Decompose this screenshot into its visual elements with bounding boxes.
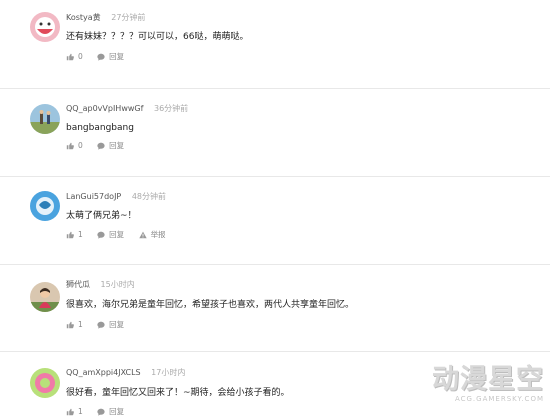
avatar-image xyxy=(30,191,60,221)
avatar[interactable] xyxy=(30,282,60,312)
comment-actions: 0 回复 xyxy=(66,141,136,153)
reply-button[interactable]: 回复 xyxy=(97,407,124,417)
reply-label: 回复 xyxy=(109,230,125,239)
comment-item: QQ_ap0vVpIHwwGf 36分钟前 bangbangbang 0 回复 xyxy=(0,89,550,177)
like-button[interactable]: 0 xyxy=(66,52,83,62)
comment-text: 很喜欢，海尔兄弟是童年回忆，希望孩子也喜欢，两代人共享童年回忆。 xyxy=(66,300,355,310)
avatar[interactable] xyxy=(30,368,60,398)
comment-text: 太萌了俩兄弟~！ xyxy=(66,211,137,221)
comment-icon xyxy=(97,142,105,150)
comment-text: bangbangbang xyxy=(66,123,134,133)
comment-actions: 1 回复 举报 xyxy=(66,230,178,242)
avatar-image xyxy=(30,104,60,134)
comment-actions: 1 回复 xyxy=(66,407,136,419)
thumbs-up-icon xyxy=(66,408,74,416)
timestamp: 48分钟前 xyxy=(131,192,166,201)
avatar[interactable] xyxy=(30,191,60,221)
timestamp: 15小时内 xyxy=(100,280,135,289)
report-button[interactable]: 举报 xyxy=(138,230,166,240)
comment-icon xyxy=(97,53,105,61)
comment-text: 很好看，童年回忆又回来了！~期待，会给小孩子看的。 xyxy=(66,388,290,398)
avatar-image xyxy=(30,12,60,42)
username[interactable]: QQ_amXppi4JXCLS xyxy=(66,368,141,377)
username[interactable]: LanGui57doJP xyxy=(66,192,121,201)
reply-label: 回复 xyxy=(109,320,125,329)
watermark-url: ACG.GAMERSKY.COM xyxy=(454,395,544,403)
like-count: 0 xyxy=(78,52,83,61)
comment-icon xyxy=(97,408,105,416)
thumbs-up-icon xyxy=(66,142,74,150)
avatar[interactable] xyxy=(30,12,60,42)
comment-icon xyxy=(97,321,105,329)
reply-label: 回复 xyxy=(109,52,125,61)
thumbs-up-icon xyxy=(66,231,74,239)
comment-icon xyxy=(97,231,105,239)
timestamp: 17小时内 xyxy=(151,368,186,377)
like-count: 1 xyxy=(78,407,83,416)
username[interactable]: Kostya黄 xyxy=(66,13,101,22)
warning-icon xyxy=(138,231,147,239)
like-button[interactable]: 1 xyxy=(66,230,83,240)
username[interactable]: QQ_ap0vVpIHwwGf xyxy=(66,104,143,113)
username[interactable]: 狮代瓜 xyxy=(66,280,90,289)
reply-label: 回复 xyxy=(109,141,125,150)
reply-button[interactable]: 回复 xyxy=(97,141,124,151)
comment-item: Kostya黄 27分钟前 还有妹妹？？？？可以可以，66哒，萌萌哒。 0 回复 xyxy=(0,0,550,89)
comment-item: LanGui57doJP 48分钟前 太萌了俩兄弟~！ 1 回复 举报 xyxy=(0,177,550,265)
avatar-image xyxy=(30,282,60,312)
comment-meta: 狮代瓜 15小时内 xyxy=(66,280,135,290)
report-label: 举报 xyxy=(150,230,166,239)
timestamp: 36分钟前 xyxy=(153,104,189,113)
like-count: 1 xyxy=(78,320,83,329)
thumbs-up-icon xyxy=(66,321,74,329)
comment-text: 还有妹妹？？？？可以可以，66哒，萌萌哒。 xyxy=(66,32,249,42)
comment-meta: QQ_amXppi4JXCLS 17小时内 xyxy=(66,368,185,378)
comment-meta: QQ_ap0vVpIHwwGf 36分钟前 xyxy=(66,104,188,114)
thumbs-up-icon xyxy=(66,53,74,61)
like-count: 0 xyxy=(78,141,83,150)
site-watermark: 动漫星空 ACG.GAMERSKY.COM xyxy=(426,365,544,411)
like-button[interactable]: 1 xyxy=(66,407,83,417)
avatar-image xyxy=(30,368,60,398)
comment-meta: LanGui57doJP 48分钟前 xyxy=(66,192,166,202)
avatar[interactable] xyxy=(30,104,60,134)
watermark-logo-text: 动漫星空 xyxy=(432,364,544,395)
comment-item: 狮代瓜 15小时内 很喜欢，海尔兄弟是童年回忆，希望孩子也喜欢，两代人共享童年回… xyxy=(0,265,550,352)
comment-meta: Kostya黄 27分钟前 xyxy=(66,13,145,23)
timestamp: 27分钟前 xyxy=(111,13,146,22)
reply-label: 回复 xyxy=(109,407,125,416)
comment-actions: 1 回复 xyxy=(66,320,136,332)
like-count: 1 xyxy=(78,230,83,239)
like-button[interactable]: 0 xyxy=(66,141,83,151)
reply-button[interactable]: 回复 xyxy=(97,230,124,240)
reply-button[interactable]: 回复 xyxy=(97,52,124,62)
comment-actions: 0 回复 xyxy=(66,52,136,64)
reply-button[interactable]: 回复 xyxy=(97,320,124,330)
like-button[interactable]: 1 xyxy=(66,320,83,330)
